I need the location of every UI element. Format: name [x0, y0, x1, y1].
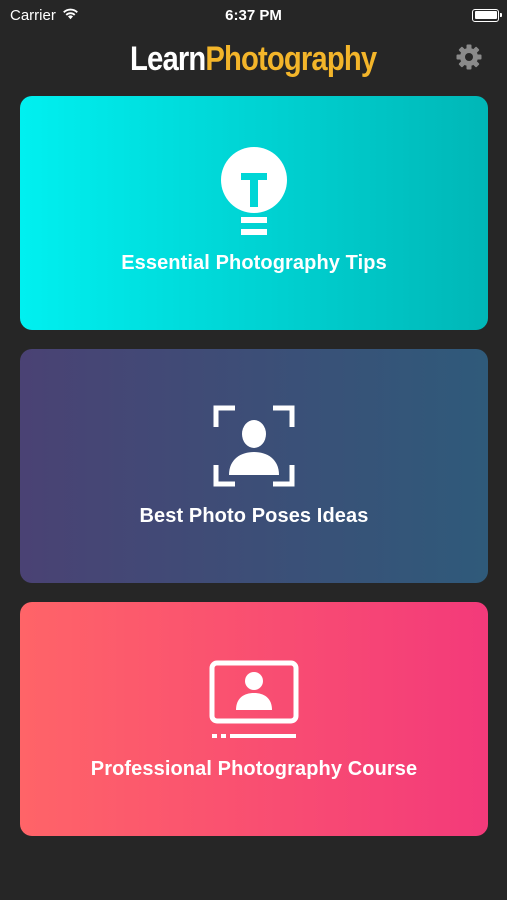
status-bar: Carrier 6:37 PM	[0, 0, 507, 30]
lightbulb-icon	[20, 146, 488, 242]
card-photo-poses[interactable]: Best Photo Poses Ideas	[20, 349, 488, 583]
status-left: Carrier	[10, 7, 79, 24]
app-header: LearnPhotography	[0, 36, 507, 82]
app-title: LearnPhotography	[130, 39, 378, 79]
wifi-icon	[62, 7, 79, 24]
carrier-label: Carrier	[10, 6, 56, 24]
battery-level	[474, 11, 497, 19]
portrait-frame-icon	[20, 405, 488, 487]
gear-icon	[455, 43, 483, 76]
app-title-learn: Learn	[130, 39, 206, 78]
card-label: Professional Photography Course	[90, 758, 418, 780]
app-title-photography: Photography	[205, 39, 378, 78]
card-label: Essential Photography Tips	[121, 252, 387, 274]
app-screen: Carrier 6:37 PM LearnPhotography Essenti…	[0, 0, 507, 900]
video-course-icon	[20, 660, 488, 742]
card-label: Best Photo Poses Ideas	[139, 505, 369, 527]
settings-button[interactable]	[453, 43, 485, 75]
card-essential-tips[interactable]: Essential Photography Tips	[20, 96, 488, 330]
card-photography-course[interactable]: Professional Photography Course	[20, 602, 488, 836]
battery-icon	[472, 8, 502, 22]
